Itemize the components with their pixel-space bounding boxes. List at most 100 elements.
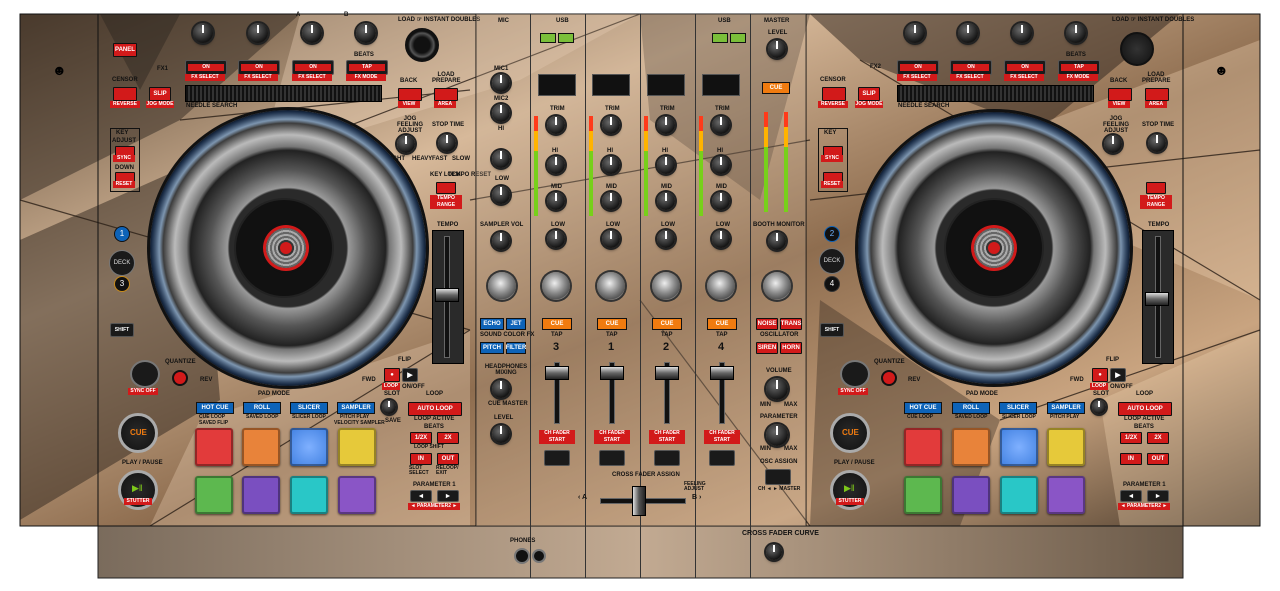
- sampler-vol-knob[interactable]: [492, 232, 510, 250]
- deck-select-button[interactable]: DECK: [109, 250, 135, 276]
- jog-feeling-knob-right[interactable]: [1104, 135, 1122, 153]
- censor-button-right[interactable]: [822, 87, 846, 101]
- mic-hi-knob[interactable]: [492, 150, 510, 168]
- slip-button[interactable]: SLIP: [149, 87, 171, 101]
- fx2-beats-knob[interactable]: [1066, 23, 1086, 43]
- osc-assign-switch[interactable]: [765, 469, 791, 485]
- cue-button-b[interactable]: CUE: [597, 318, 627, 330]
- fx2-tap-button[interactable]: TAP: [1058, 60, 1100, 75]
- load-prepare-button[interactable]: [434, 88, 458, 101]
- browse-knob[interactable]: [405, 28, 439, 62]
- shift-button-right[interactable]: SHIFT: [820, 323, 844, 337]
- master-cfx-knob-right[interactable]: [763, 272, 791, 300]
- mid-knob-a[interactable]: [547, 192, 565, 210]
- quantize-button[interactable]: [172, 370, 188, 386]
- flip-play-button[interactable]: ▶: [402, 368, 418, 382]
- param-left-button[interactable]: ◄: [410, 490, 432, 502]
- cue-button-c[interactable]: CUE: [652, 318, 682, 330]
- channel-fader-cap-d[interactable]: [710, 366, 734, 380]
- pad-right-1[interactable]: [904, 428, 942, 466]
- trim-knob-b[interactable]: [602, 116, 620, 134]
- slot-knob-right[interactable]: [1092, 400, 1106, 414]
- fx2-knob-1[interactable]: [905, 23, 925, 43]
- master-level-knob[interactable]: [768, 40, 786, 58]
- fx2-on-button-1[interactable]: ON: [897, 60, 939, 75]
- osc-parameter-knob[interactable]: [766, 424, 788, 446]
- pad-4[interactable]: [338, 428, 376, 466]
- flip-rec-button[interactable]: ●: [384, 368, 400, 382]
- double-button[interactable]: 2X: [437, 432, 459, 444]
- cfx-knob-a[interactable]: [542, 272, 570, 300]
- fx-tap-button[interactable]: TAP: [346, 60, 388, 75]
- usb-a-button[interactable]: [540, 33, 556, 43]
- mode-roll-right[interactable]: ROLL: [952, 402, 990, 414]
- out-button-right[interactable]: OUT: [1147, 453, 1169, 465]
- horn-button[interactable]: HORN: [780, 342, 802, 354]
- crossfader-cap[interactable]: [632, 486, 646, 516]
- mode-sampler-right[interactable]: SAMPLER: [1047, 402, 1085, 414]
- channel-fader-cap-b[interactable]: [600, 366, 624, 380]
- panel-button[interactable]: PANEL: [113, 43, 137, 57]
- pad-6[interactable]: [242, 476, 280, 514]
- channel-select-c[interactable]: [647, 74, 685, 96]
- cf-assign-c[interactable]: [654, 450, 680, 466]
- tempo-fader-cap-left[interactable]: [435, 288, 459, 302]
- mic-low-knob[interactable]: [492, 186, 510, 204]
- stop-time-knob[interactable]: [438, 134, 456, 152]
- browse-knob-right[interactable]: [1120, 32, 1154, 66]
- jet-button[interactable]: JET: [506, 318, 526, 330]
- low-knob-c[interactable]: [657, 230, 675, 248]
- master-cue-button[interactable]: CUE: [762, 82, 790, 94]
- slip-button-right[interactable]: SLIP: [858, 87, 880, 101]
- pad-8[interactable]: [338, 476, 376, 514]
- pad-right-8[interactable]: [1047, 476, 1085, 514]
- cfx-knob-c[interactable]: [652, 272, 680, 300]
- usb-d-button[interactable]: [730, 33, 746, 43]
- param-right-button[interactable]: ►: [437, 490, 459, 502]
- load-prepare-button-right[interactable]: [1145, 88, 1169, 101]
- param-right-button-right[interactable]: ►: [1147, 490, 1169, 502]
- stop-time-knob-right[interactable]: [1148, 134, 1166, 152]
- auto-loop-button-right[interactable]: AUTO LOOP: [1118, 402, 1172, 416]
- back-button[interactable]: [398, 88, 422, 101]
- cue-button-d[interactable]: CUE: [707, 318, 737, 330]
- headphones-mixing-knob[interactable]: [492, 380, 510, 398]
- low-knob-d[interactable]: [712, 230, 730, 248]
- low-knob-a[interactable]: [547, 230, 565, 248]
- pad-right-7[interactable]: [1000, 476, 1038, 514]
- pad-right-4[interactable]: [1047, 428, 1085, 466]
- double-button-right[interactable]: 2X: [1147, 432, 1169, 444]
- mic1-knob[interactable]: [492, 74, 510, 92]
- mode-roll[interactable]: ROLL: [243, 402, 281, 414]
- in-button[interactable]: IN: [410, 453, 432, 465]
- pad-1[interactable]: [195, 428, 233, 466]
- trim-knob-a[interactable]: [547, 116, 565, 134]
- trans-button[interactable]: TRANS: [780, 318, 802, 330]
- needle-search-strip[interactable]: [185, 85, 382, 102]
- low-knob-b[interactable]: [602, 230, 620, 248]
- headphones-level-knob[interactable]: [492, 425, 510, 443]
- pad-right-6[interactable]: [952, 476, 990, 514]
- cue-button-a[interactable]: CUE: [542, 318, 572, 330]
- phones-jack-large[interactable]: [514, 548, 530, 564]
- shift-button-left[interactable]: SHIFT: [110, 323, 134, 337]
- echo-button[interactable]: ECHO: [480, 318, 504, 330]
- quantize-button-right[interactable]: [881, 370, 897, 386]
- fx2-knob-2[interactable]: [958, 23, 978, 43]
- cf-assign-a[interactable]: [544, 450, 570, 466]
- cf-assign-d[interactable]: [709, 450, 735, 466]
- tempo-fader-cap-right[interactable]: [1145, 292, 1169, 306]
- hi-knob-c[interactable]: [657, 156, 675, 174]
- pad-right-5[interactable]: [904, 476, 942, 514]
- mode-slicer-right[interactable]: SLICER: [999, 402, 1037, 414]
- fx1-knob-3[interactable]: [302, 23, 322, 43]
- siren-button[interactable]: SIREN: [756, 342, 778, 354]
- param-left-button-right[interactable]: ◄: [1120, 490, 1142, 502]
- fx1-beats-knob[interactable]: [356, 23, 376, 43]
- cross-fader-curve-knob[interactable]: [766, 544, 782, 560]
- channel-fader-cap-a[interactable]: [545, 366, 569, 380]
- pad-right-3[interactable]: [1000, 428, 1038, 466]
- mic2-knob[interactable]: [492, 104, 510, 122]
- trim-knob-d[interactable]: [712, 116, 730, 134]
- censor-button[interactable]: [113, 87, 137, 101]
